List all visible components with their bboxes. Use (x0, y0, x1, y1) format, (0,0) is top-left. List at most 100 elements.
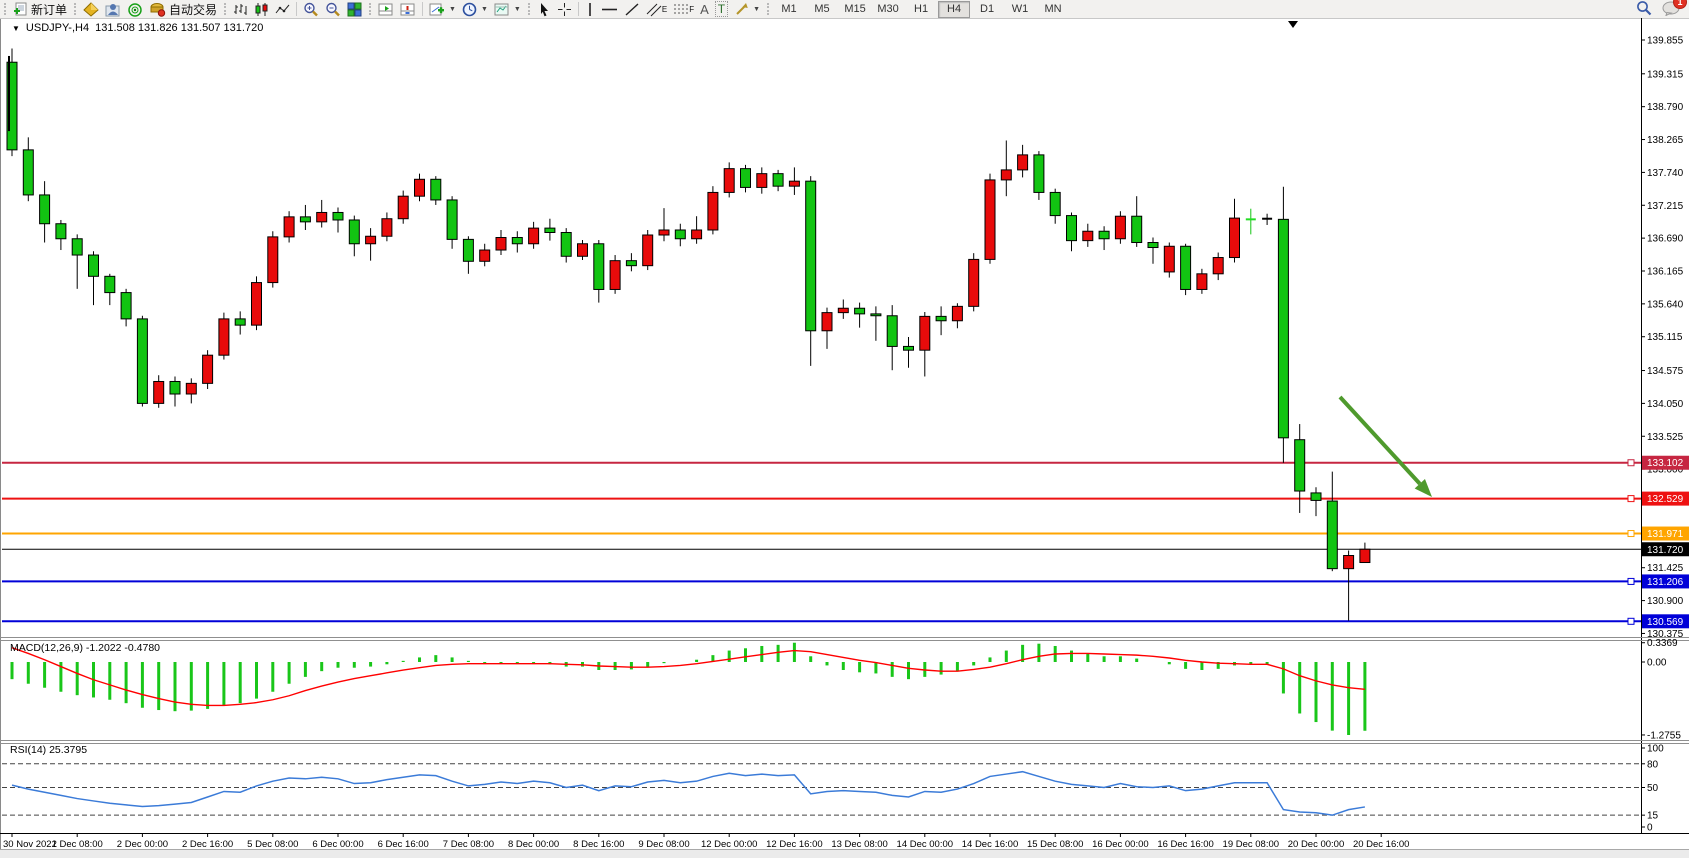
main-chart[interactable]: 139.855139.315138.790138.265137.740137.2… (0, 18, 1689, 849)
time-tick-label: 16 Dec 00:00 (1092, 839, 1149, 849)
timeframe-button-M5[interactable]: M5 (806, 1, 838, 18)
hline-handle[interactable] (1628, 578, 1634, 584)
macd-tick-label: -1.2755 (1647, 730, 1681, 741)
macd-label: MACD(12,26,9) -1.2022 -0.4780 (10, 642, 160, 654)
candlestick-chart-button[interactable] (251, 1, 272, 17)
candle-body-up (952, 306, 962, 320)
time-tick-label: 12 Dec 16:00 (766, 839, 823, 849)
candlestick-chart-icon (254, 2, 269, 17)
crosshair-tool-button[interactable] (554, 1, 575, 17)
timeframe-button-M1[interactable]: M1 (773, 1, 805, 18)
text-tool-button[interactable]: A (697, 1, 712, 17)
notifications-button[interactable]: 1 (1662, 0, 1681, 19)
candle-body-down (561, 232, 571, 256)
indicator-list-button[interactable] (397, 1, 419, 17)
line-chart-button[interactable] (272, 1, 293, 17)
price-tick-label: 137.215 (1647, 201, 1684, 212)
search-icon[interactable] (1636, 0, 1652, 19)
horizontal-line-tool-button[interactable] (598, 1, 621, 17)
rsi-tick-label: 80 (1647, 759, 1659, 770)
zoom-in-icon (303, 2, 319, 17)
candle-body-down (349, 220, 359, 244)
candle-body-down (463, 239, 473, 261)
price-tick-label: 139.855 (1647, 36, 1684, 47)
candle-body-down (121, 293, 131, 319)
metaeditor-button[interactable] (80, 1, 102, 17)
price-label-text: 133.102 (1647, 458, 1684, 469)
clock-icon (462, 2, 477, 17)
hline-handle[interactable] (1628, 460, 1634, 466)
rsi-tick-label: 50 (1647, 783, 1659, 794)
candle-body-up (1360, 549, 1370, 562)
trendline-tool-button[interactable] (621, 1, 643, 17)
tile-windows-button[interactable] (344, 1, 365, 17)
toolbar-grip (369, 3, 371, 15)
dropdown-caret: ▼ (753, 6, 760, 13)
timeframe-button-MN[interactable]: MN (1037, 1, 1069, 18)
toolbar-grip (4, 3, 6, 15)
candle-body-down (806, 181, 816, 331)
time-tick-label: 15 Dec 08:00 (1027, 839, 1084, 849)
timeframe-button-W1[interactable]: W1 (1004, 1, 1036, 18)
timeframe-button-D1[interactable]: D1 (971, 1, 1003, 18)
tile-windows-icon (347, 2, 362, 17)
cursor-icon (537, 2, 551, 17)
auto-trading-button[interactable]: 自动交易 (146, 1, 220, 17)
candle-body-up (154, 381, 164, 403)
new-chart-button[interactable]: ▼ (426, 1, 459, 17)
timeframe-button-M30[interactable]: M30 (872, 1, 904, 18)
vertical-line-tool-button[interactable] (582, 1, 598, 17)
candle-body-down (235, 319, 245, 325)
price-tick-label: 137.740 (1647, 168, 1684, 179)
hline-handle[interactable] (1628, 531, 1634, 537)
candle-body-up (284, 217, 294, 237)
time-tick-label: 19 Dec 08:00 (1223, 839, 1280, 849)
chart-symbol-period: USDJPY-,H4 (26, 22, 89, 34)
candle-body-up (610, 261, 620, 290)
timeframe-button-M15[interactable]: M15 (839, 1, 871, 18)
candle-body-down (170, 381, 180, 394)
fibonacci-tool-button[interactable]: F (670, 1, 697, 17)
timeframe-button-H4[interactable]: H4 (938, 1, 970, 18)
text-tool-icon: A (700, 2, 709, 17)
candle-body-down (855, 308, 865, 314)
candle-body-up (382, 219, 392, 237)
channel-letter: E (662, 5, 667, 14)
zoom-out-icon (325, 2, 341, 17)
market-watch-button[interactable] (102, 1, 124, 17)
toolbar-grip (528, 3, 530, 15)
period-button[interactable]: ▼ (459, 1, 491, 17)
signals-button[interactable] (124, 1, 146, 17)
candle-body-up (480, 250, 490, 261)
indicator-window-button[interactable] (375, 1, 397, 17)
time-tick-label: 7 Dec 08:00 (443, 839, 494, 849)
dropdown-caret: ▼ (514, 6, 521, 13)
new-order-button[interactable]: 新订单 (10, 1, 70, 17)
cursor-tool-button[interactable] (534, 1, 554, 17)
rsi-tick-label: 15 (1647, 811, 1659, 822)
candle-body-down (545, 228, 555, 232)
time-tick-label: 8 Dec 16:00 (573, 839, 624, 849)
trendline-icon (624, 2, 640, 17)
template-icon (494, 2, 510, 17)
hline-handle[interactable] (1628, 496, 1634, 502)
timeframe-button-H1[interactable]: H1 (905, 1, 937, 18)
candle-body-down (675, 230, 685, 239)
templates-button[interactable]: ▼ (491, 1, 524, 17)
fibo-letter: F (689, 5, 694, 14)
arrow-objects-button[interactable]: ▼ (731, 1, 763, 17)
price-label-text: 131.720 (1647, 545, 1684, 556)
equidistant-channel-tool-button[interactable]: E (643, 1, 670, 17)
zoom-in-button[interactable] (300, 1, 322, 17)
price-tick-label: 136.690 (1647, 234, 1684, 245)
zoom-out-button[interactable] (322, 1, 344, 17)
text-label-tool-button[interactable]: T (712, 1, 731, 17)
hline-handle[interactable] (1628, 618, 1634, 624)
candle-body-down (72, 239, 82, 255)
chart-collapse-icon[interactable]: ▼ (12, 24, 20, 33)
candle-body-up (789, 181, 799, 186)
bar-chart-button[interactable] (230, 1, 251, 17)
candle-body-up (268, 237, 278, 283)
candle-body-down (887, 316, 897, 347)
candle-body-down (936, 316, 946, 320)
